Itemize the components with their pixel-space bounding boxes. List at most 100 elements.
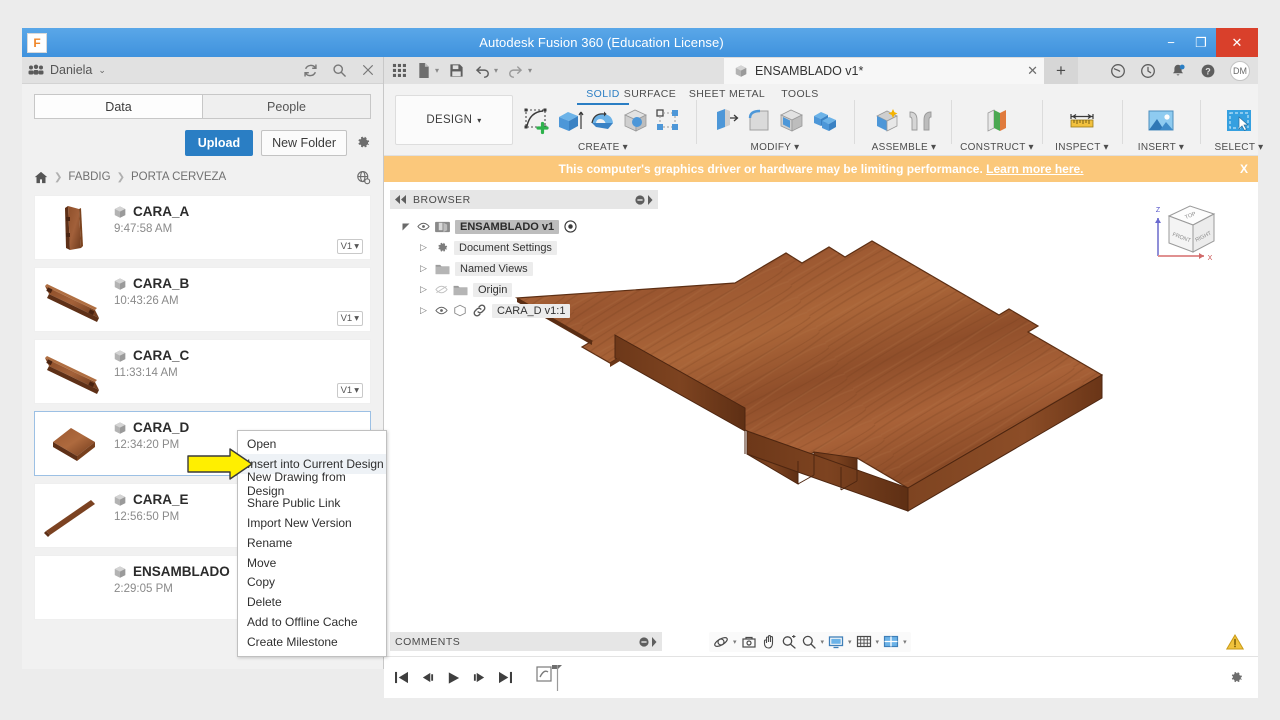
expand-triangle-icon[interactable]: ▷ <box>420 263 430 274</box>
new-component-icon[interactable] <box>873 106 903 136</box>
tree-node-document-settings[interactable]: ▷ Document Settings <box>390 237 658 258</box>
chevron-down-icon[interactable]: ▾ <box>435 66 439 75</box>
chevron-down-icon[interactable]: ▾ <box>494 66 498 75</box>
context-menu-item-import-new-version[interactable]: Import New Version <box>238 513 386 533</box>
pan-icon[interactable] <box>761 634 777 650</box>
zoom-window-icon[interactable] <box>781 634 797 650</box>
create-sketch-icon[interactable] <box>522 106 552 136</box>
collapse-left-icon[interactable] <box>395 195 407 204</box>
restore-button[interactable]: ❐ <box>1186 28 1216 57</box>
help-community-icon[interactable] <box>1110 63 1126 79</box>
new-file-icon[interactable] <box>417 63 431 78</box>
tree-node-origin[interactable]: ▷ Origin <box>390 279 658 300</box>
context-menu-item-move[interactable]: Move <box>238 553 386 573</box>
chevron-down-icon[interactable]: ▾ <box>733 638 737 646</box>
play-icon[interactable] <box>446 671 461 685</box>
list-item[interactable]: CARA_B 10:43:26 AM V1 ▾ <box>34 267 371 332</box>
go-to-end-icon[interactable] <box>498 671 513 684</box>
chevron-down-icon[interactable]: ▾ <box>848 638 852 646</box>
expand-triangle-icon[interactable]: ▷ <box>420 284 430 295</box>
tab-data[interactable]: Data <box>34 94 203 119</box>
help-icon[interactable]: ? <box>1200 63 1216 79</box>
gear-icon[interactable] <box>1228 670 1258 686</box>
press-pull-icon[interactable] <box>711 106 741 136</box>
visibility-eye-off-icon[interactable] <box>435 285 448 294</box>
context-menu-item-add-to-offline-cache[interactable]: Add to Offline Cache <box>238 612 386 632</box>
viewport-layout-icon[interactable] <box>883 634 899 650</box>
circle-minus-icon[interactable] <box>635 194 645 205</box>
save-icon[interactable] <box>449 63 464 78</box>
expand-right-icon[interactable] <box>652 636 657 647</box>
context-menu-item-new-drawing-from-design[interactable]: New Drawing from Design <box>238 470 386 498</box>
chevron-down-icon[interactable]: ▾ <box>903 638 907 646</box>
search-icon[interactable] <box>332 63 347 78</box>
warning-triangle-icon[interactable] <box>1226 634 1244 650</box>
notification-bell-icon[interactable] <box>1170 63 1186 79</box>
tree-node-ensamblado[interactable]: ENSAMBLADO v1 <box>390 216 658 237</box>
assemble-group-label[interactable]: ASSEMBLE ▾ <box>859 142 949 153</box>
workspace-switcher[interactable]: DESIGN ▾ <box>395 95 513 145</box>
step-forward-icon[interactable] <box>472 671 487 684</box>
close-button[interactable]: ✕ <box>1216 28 1258 57</box>
grid-apps-icon[interactable] <box>392 63 407 78</box>
go-to-beginning-icon[interactable] <box>394 671 409 684</box>
insert-group-label[interactable]: INSERT ▾ <box>1124 142 1198 153</box>
list-item[interactable]: CARA_C 11:33:14 AM V1 ▾ <box>34 339 371 404</box>
grid-snap-icon[interactable] <box>856 634 872 650</box>
avatar[interactable]: DM <box>1230 60 1250 81</box>
expand-triangle-icon[interactable]: ▷ <box>420 305 430 316</box>
joint-icon[interactable] <box>906 106 936 136</box>
context-menu-item-copy[interactable]: Copy <box>238 573 386 593</box>
gear-icon[interactable] <box>355 135 371 151</box>
step-back-icon[interactable] <box>420 671 435 684</box>
select-group-label[interactable]: SELECT ▾ <box>1202 142 1276 153</box>
context-menu-item-delete[interactable]: Delete <box>238 592 386 612</box>
fillet-icon[interactable] <box>744 106 774 136</box>
chevron-down-icon[interactable]: ▾ <box>821 638 825 646</box>
redo-icon[interactable] <box>508 64 524 78</box>
inspect-group-label[interactable]: INSPECT ▾ <box>1044 142 1120 153</box>
display-settings-icon[interactable] <box>828 634 844 650</box>
comments-panel-header[interactable]: COMMENTS <box>390 632 662 651</box>
chevron-down-icon[interactable]: ▾ <box>528 66 532 75</box>
measure-icon[interactable] <box>1067 106 1097 136</box>
close-banner-button[interactable]: X <box>1240 162 1248 176</box>
insert-image-icon[interactable] <box>1146 106 1176 136</box>
close-icon[interactable] <box>361 63 375 77</box>
context-menu-item-rename[interactable]: Rename <box>238 533 386 553</box>
version-badge[interactable]: V1 ▾ <box>336 383 363 398</box>
globe-icon[interactable] <box>356 170 371 185</box>
minimize-button[interactable]: − <box>1156 28 1186 57</box>
visibility-eye-icon[interactable] <box>417 222 430 231</box>
context-menu-item-create-milestone[interactable]: Create Milestone <box>238 632 386 652</box>
visibility-eye-icon[interactable] <box>435 306 448 315</box>
zoom-icon[interactable] <box>801 634 817 650</box>
target-icon[interactable] <box>564 220 577 233</box>
construct-plane-icon[interactable] <box>982 106 1012 136</box>
combine-icon[interactable] <box>810 106 840 136</box>
expand-right-icon[interactable] <box>648 194 653 205</box>
list-item[interactable]: CARA_A 9:47:58 AM V1 ▾ <box>34 195 371 260</box>
learn-more-link[interactable]: Learn more here. <box>986 162 1083 176</box>
breadcrumb-item-fabdig[interactable]: FABDIG <box>68 171 110 183</box>
user-menu[interactable]: Daniela ⌄ <box>28 63 106 77</box>
close-icon[interactable]: ✕ <box>1027 63 1038 79</box>
tree-node-named-views[interactable]: ▷ Named Views <box>390 258 658 279</box>
recent-icon[interactable] <box>1140 63 1156 79</box>
circle-minus-icon[interactable] <box>639 636 649 647</box>
home-icon[interactable] <box>34 171 48 184</box>
orbit-icon[interactable] <box>713 634 729 650</box>
select-window-icon[interactable] <box>1224 106 1254 136</box>
viewport-canvas[interactable]: BROWSER ENSAMBLADO v1 ▷ Document Setting… <box>384 182 1258 627</box>
chevron-down-icon[interactable]: ▾ <box>876 638 880 646</box>
tree-node-cara-d[interactable]: ▷ CARA_D v1:1 <box>390 300 658 321</box>
timeline-marker-icon[interactable] <box>536 663 564 693</box>
refresh-icon[interactable] <box>303 63 318 78</box>
look-at-icon[interactable] <box>741 634 757 650</box>
add-tab-button[interactable]: + <box>1044 57 1078 84</box>
new-folder-button[interactable]: New Folder <box>261 130 347 156</box>
document-tab[interactable]: ENSAMBLADO v1* ✕ <box>724 57 1044 84</box>
view-cube[interactable]: Z X TOP FRONT RIGHT <box>1144 192 1236 272</box>
context-menu-item-open[interactable]: Open <box>238 434 386 454</box>
construct-group-label[interactable]: CONSTRUCT ▾ <box>954 142 1040 153</box>
